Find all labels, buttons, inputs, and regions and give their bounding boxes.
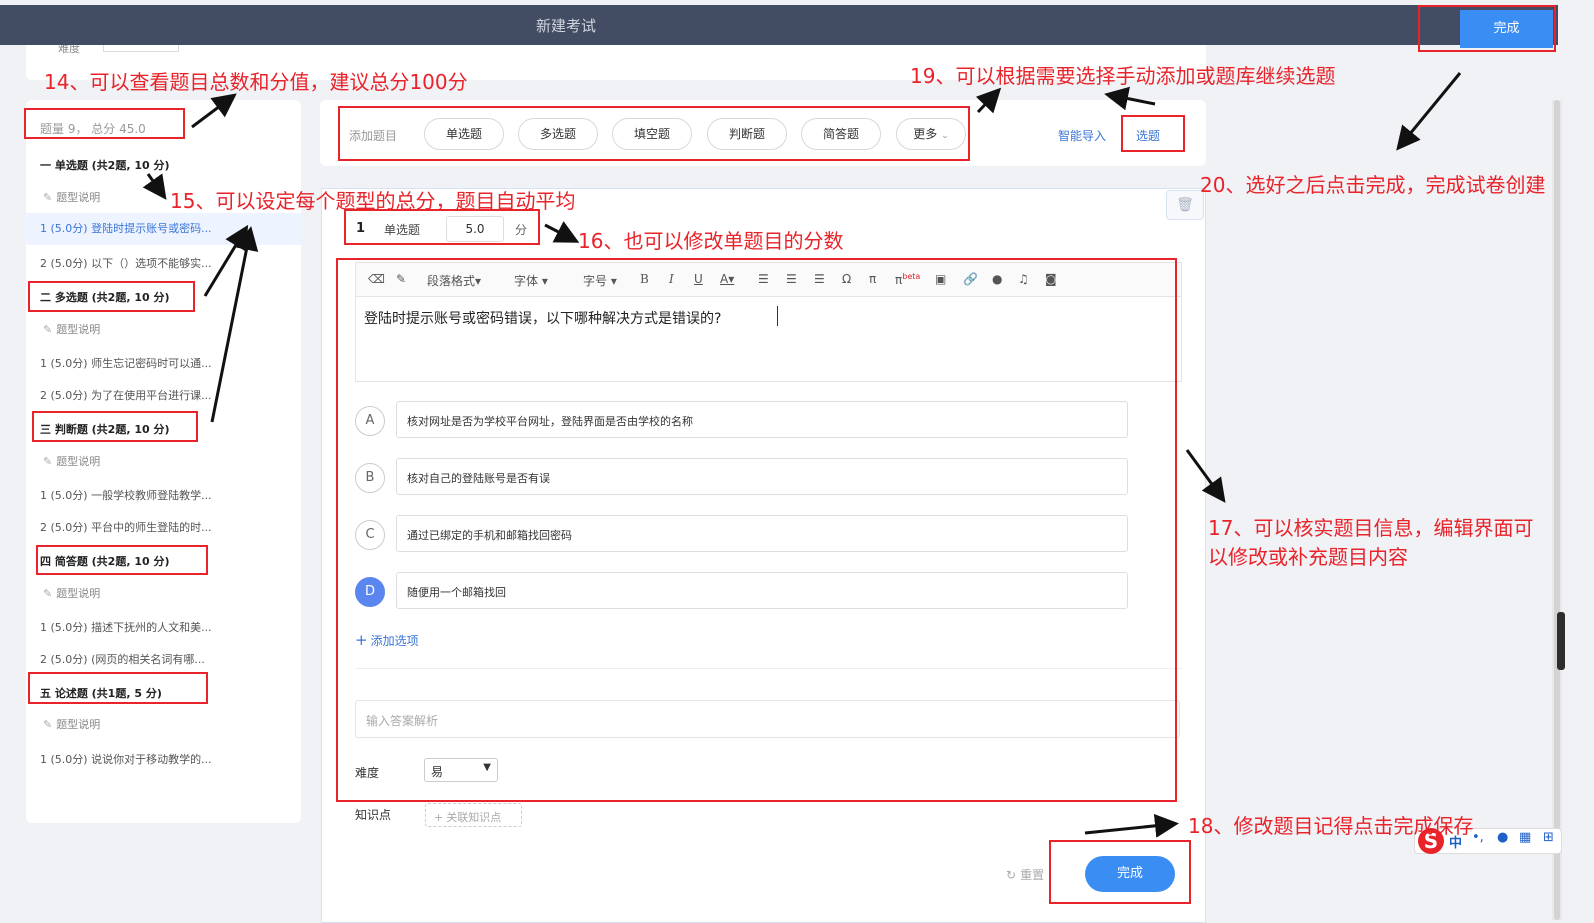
section-desc-multi[interactable]: ✎ 题型说明 xyxy=(43,321,100,337)
highlight-section-multi xyxy=(28,281,195,312)
outline-item[interactable]: 2 (5.0分) 为了在使用平台进行课... xyxy=(40,387,212,403)
section-title-single[interactable]: 一 单选题 (共2题, 10 分) xyxy=(40,157,170,173)
plus-icon: + xyxy=(434,811,444,824)
annotation-15: 15、可以设定每个题型的总分，题目自动平均 xyxy=(170,189,576,213)
annotation-19: 19、可以根据需要选择手动添加或题库继续选题 xyxy=(910,64,1336,88)
outline-item[interactable]: 1 (5.0分) 说说你对于移动教学的... xyxy=(40,751,212,767)
annotation-17-line1: 17、可以核实题目信息，编辑界面可 xyxy=(1208,516,1534,540)
outline-item[interactable]: 1 (5.0分) 师生忘记密码时可以通... xyxy=(40,355,212,371)
section-desc-essay[interactable]: ✎ 题型说明 xyxy=(43,716,100,732)
annotation-18: 18、修改题目记得点击完成保存 xyxy=(1188,814,1474,838)
pencil-icon: ✎ xyxy=(43,455,53,468)
outline-item-active[interactable]: 1 (5.0分) 登陆时提示账号或密码... xyxy=(26,213,301,245)
punctuation-icon[interactable]: •, xyxy=(1472,830,1484,845)
highlight-summary xyxy=(24,108,185,139)
link-knowledge-button[interactable]: + 关联知识点 xyxy=(425,803,522,827)
knowledge-label: 知识点 xyxy=(355,808,392,822)
scrollbar-thumb[interactable] xyxy=(1554,100,1560,920)
highlight-score xyxy=(344,209,540,245)
section-desc-short[interactable]: ✎ 题型说明 xyxy=(43,585,100,601)
highlight-done xyxy=(1049,840,1191,904)
grid-icon[interactable]: ⊞ xyxy=(1543,830,1554,845)
smart-import-link[interactable]: 智能导入 xyxy=(1058,127,1106,144)
delete-icon[interactable]: 🗑 xyxy=(1166,190,1204,220)
section-desc-single[interactable]: ✎ 题型说明 xyxy=(43,189,100,205)
highlight-section-judge xyxy=(32,411,198,442)
section-desc-judge[interactable]: ✎ 题型说明 xyxy=(43,453,100,469)
outline-item[interactable]: 2 (5.0分) 以下（）选项不能够实... xyxy=(40,255,212,271)
page-title: 新建考试 xyxy=(536,17,597,35)
arrow-20 xyxy=(1396,72,1462,151)
pencil-icon: ✎ xyxy=(43,323,53,336)
reset-button[interactable]: ↻ 重置 xyxy=(1006,866,1044,883)
highlight-section-short xyxy=(36,545,208,575)
highlight-section-essay xyxy=(28,672,208,704)
outline-item[interactable]: 1 (5.0分) 一般学校教师登陆教学... xyxy=(40,487,212,503)
pencil-icon: ✎ xyxy=(43,718,53,731)
annotation-20: 20、选好之后点击完成，完成试卷创建 xyxy=(1200,173,1546,197)
highlight-top-done xyxy=(1418,5,1556,52)
header-bar: 新建考试 完成 xyxy=(0,5,1558,48)
keyboard-icon[interactable]: ▦ xyxy=(1519,830,1531,845)
highlight-select xyxy=(1121,115,1185,152)
highlight-type-bar xyxy=(338,106,970,161)
ime-microphone-icon[interactable]: ● xyxy=(1497,830,1508,845)
highlight-editor xyxy=(336,258,1177,802)
outline-item[interactable]: 1 (5.0分) 描述下抚州的人文和美... xyxy=(40,619,212,635)
side-handle[interactable] xyxy=(1557,612,1565,670)
outline-item[interactable]: 2 (5.0分) 平台中的师生登陆的时... xyxy=(40,519,212,535)
outline-item[interactable]: 2 (5.0分) (网页的相关名词有哪... xyxy=(40,651,205,667)
annotation-16: 16、也可以修改单题目的分数 xyxy=(578,229,844,253)
reset-icon: ↻ xyxy=(1006,868,1017,882)
annotation-17-line2: 以修改或补充题目内容 xyxy=(1208,545,1408,569)
pencil-icon: ✎ xyxy=(43,587,53,600)
annotation-14: 14、可以查看题目总数和分值，建议总分100分 xyxy=(44,70,468,94)
pencil-icon: ✎ xyxy=(43,191,53,204)
